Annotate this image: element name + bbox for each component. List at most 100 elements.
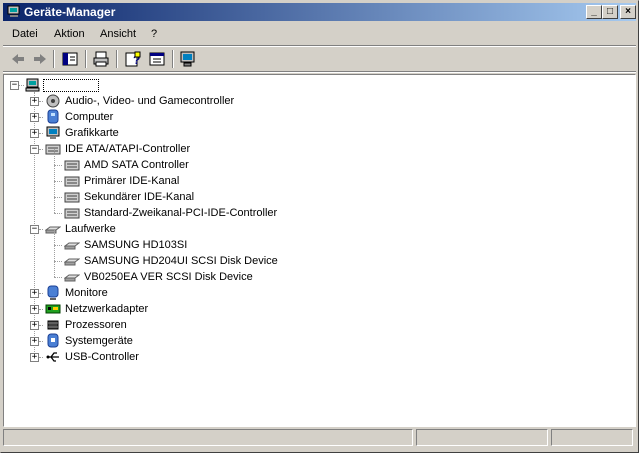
device-tree[interactable]: − + Audio-, Video- und Gamecontroller + Com… [3,74,636,427]
toolbar-separator [116,50,118,68]
root-label-selection[interactable] [43,79,99,92]
toolbar: ? [3,47,636,71]
tree-line [54,181,62,182]
tree-device-label: AMD SATA Controller [84,159,189,171]
ide-controller-icon [64,176,80,187]
tree-device-label: Standard-Zweikanal-PCI-IDE-Controller [84,207,278,219]
tree-category[interactable]: + Audio-, Video- und Gamecontroller [4,93,604,109]
ide-controller-icon [64,192,80,203]
tree-line [54,213,62,214]
usb-icon [46,352,59,362]
maximize-button[interactable]: □ [602,5,618,19]
toolbar-separator [172,50,174,68]
network-adapter-icon [45,304,61,314]
tree-device[interactable]: Standard-Zweikanal-PCI-IDE-Controller [4,205,604,221]
ide-controller-icon [64,160,80,171]
tree-category-label: Laufwerke [65,223,116,235]
tree-line [54,149,55,213]
menu-ansicht[interactable]: Ansicht [100,28,136,40]
collapse-icon[interactable]: − [10,81,19,90]
tree-root[interactable]: − [4,77,604,93]
tree-device[interactable]: AMD SATA Controller [4,157,604,173]
computer-icon [25,78,40,92]
tree-line [54,261,62,262]
expand-icon[interactable]: + [30,97,39,106]
tree-category[interactable]: + Grafikkarte [4,125,604,141]
tree-line [54,277,62,278]
tree-line [54,245,62,246]
tree-line [19,85,24,86]
tree-line [39,117,43,118]
window-title: Geräte-Manager [24,5,116,19]
monitor-icon [47,285,59,300]
disk-drive-icon [45,226,61,234]
tree-category[interactable]: + Netzwerkadapter [4,301,604,317]
tree-device[interactable]: VB0250EA VER SCSI Disk Device [4,269,604,285]
disk-drive-icon [64,258,80,266]
display-adapter-icon [46,126,60,139]
tree-category[interactable]: + USB-Controller [4,349,604,365]
tree-category[interactable]: + Monitore [4,285,604,301]
close-button[interactable]: × [620,5,636,19]
processor-icon [47,320,59,330]
tree-category-label: Netzwerkadapter [65,303,149,315]
ide-controller-icon [45,144,61,155]
audio-icon [46,94,60,108]
collapse-icon[interactable]: − [30,145,39,154]
tree-line [39,341,43,342]
tree-category-label: Computer [65,111,114,123]
tree-line [39,229,43,230]
tree-line [54,197,62,198]
tree-line [39,149,43,150]
tree-category[interactable]: + Computer [4,109,604,125]
menu-help[interactable]: ? [151,28,157,40]
tree-category[interactable]: + Systemgeräte [4,333,604,349]
tree-category-label: Grafikkarte [65,127,119,139]
tree-device[interactable]: Sekundärer IDE-Kanal [4,189,604,205]
tree-category-label: IDE ATA/ATAPI-Controller [65,143,191,155]
tree-category[interactable]: − IDE ATA/ATAPI-Controller [4,141,604,157]
expand-icon[interactable]: + [30,113,39,122]
menu-datei[interactable]: Datei [12,28,38,40]
tree-line [39,325,43,326]
status-cell-3 [551,429,633,446]
expand-icon[interactable]: + [30,129,39,138]
help-icon[interactable]: ? [124,50,142,68]
console-tree-icon[interactable] [61,50,79,68]
tree-line [39,309,43,310]
tree-category-label: Systemgeräte [65,335,133,347]
tree-category[interactable]: + Prozessoren [4,317,604,333]
expand-icon[interactable]: + [30,289,39,298]
expand-icon[interactable]: + [30,321,39,330]
menu-bar: Datei Aktion Ansicht ? [3,24,636,44]
print-icon[interactable] [92,50,110,68]
tree-device[interactable]: Primärer IDE-Kanal [4,173,604,189]
status-bar [3,428,636,448]
tree-category[interactable]: − Laufwerke [4,221,604,237]
tree-device[interactable]: SAMSUNG HD103SI [4,237,604,253]
collapse-icon[interactable]: − [30,225,39,234]
back-icon[interactable] [9,50,27,68]
expand-icon[interactable]: + [30,353,39,362]
computer-icon [47,109,59,124]
status-cell-main [3,429,413,446]
scan-hardware-icon[interactable] [179,50,197,68]
tree-device-label: SAMSUNG HD204UI SCSI Disk Device [84,255,278,267]
device-manager-app-icon [7,5,20,17]
expand-icon[interactable]: + [30,337,39,346]
toolbar-separator [53,50,55,68]
disk-drive-icon [64,274,80,282]
tree-device-label: VB0250EA VER SCSI Disk Device [84,271,253,283]
status-cell-2 [416,429,548,446]
tree-line [39,357,43,358]
menu-aktion[interactable]: Aktion [54,28,85,40]
tree-line [39,101,43,102]
tree-line [39,133,43,134]
properties-icon[interactable] [148,50,166,68]
minimize-button[interactable]: _ [586,5,602,19]
tree-device[interactable]: SAMSUNG HD204UI SCSI Disk Device [4,253,604,269]
expand-icon[interactable]: + [30,305,39,314]
title-bar[interactable]: Geräte-Manager _ □ × [3,3,636,21]
forward-icon[interactable] [31,50,49,68]
tree-device-label: Primärer IDE-Kanal [84,175,180,187]
